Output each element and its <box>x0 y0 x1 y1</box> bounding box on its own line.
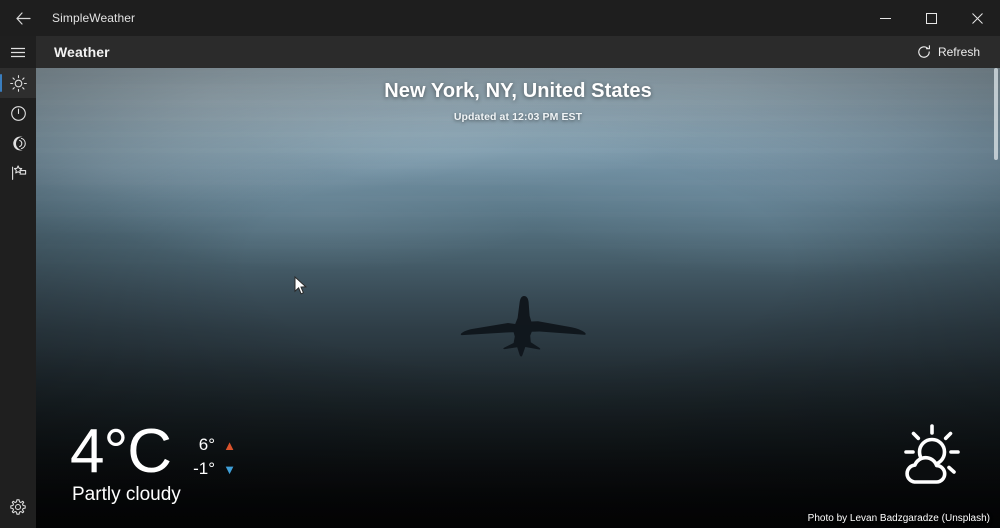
back-button[interactable] <box>0 0 46 36</box>
arrow-up-icon: ▲ <box>223 437 236 453</box>
simpleweather-window: SimpleWeather Weather Refresh New York, … <box>0 0 1000 528</box>
navigation-rail <box>0 36 36 528</box>
high-low-block: 6° ▲ -1° ▼ <box>187 435 236 479</box>
window-controls <box>862 0 1000 36</box>
sidebar-item-hourly[interactable] <box>0 98 36 128</box>
settings-button[interactable] <box>0 492 36 522</box>
clock-icon <box>10 105 27 122</box>
airplane-silhouette <box>460 292 590 368</box>
flag-star-icon <box>10 165 27 181</box>
page-title: Weather <box>54 44 110 60</box>
sidebar-item-alerts[interactable] <box>0 158 36 188</box>
condition-text: Partly cloudy <box>72 484 181 505</box>
minimize-button[interactable] <box>862 0 908 36</box>
radar-icon <box>10 135 27 152</box>
last-updated: Updated at 12:03 PM EST <box>453 111 583 123</box>
maximize-button[interactable] <box>908 0 954 36</box>
high-temperature: 6° <box>198 435 216 455</box>
sidebar-item-forecast[interactable] <box>0 68 36 98</box>
weather-hero: New York, NY, United States Updated at 1… <box>36 68 1000 528</box>
page-header: Weather Refresh <box>36 36 1000 68</box>
maximize-icon <box>925 12 937 24</box>
refresh-icon <box>917 45 931 59</box>
sidebar-item-radar[interactable] <box>0 128 36 158</box>
sun-icon <box>9 74 27 92</box>
temperature-block: 4°C 6° ▲ -1° ▼ <box>70 417 236 487</box>
back-arrow-icon <box>15 11 31 25</box>
low-temperature: -1° <box>193 459 216 479</box>
menu-button[interactable] <box>0 36 36 68</box>
high-row: 6° ▲ <box>187 435 236 455</box>
close-button[interactable] <box>954 0 1000 36</box>
arrow-down-icon: ▼ <box>223 461 236 477</box>
hamburger-icon <box>11 47 25 58</box>
location-block: New York, NY, United States Updated at 1… <box>36 80 1000 123</box>
minimize-icon <box>879 13 891 24</box>
scrollbar-thumb[interactable] <box>994 68 998 160</box>
sun-behind-cloud-icon <box>888 420 964 496</box>
refresh-button[interactable]: Refresh <box>911 41 986 63</box>
current-conditions: 4°C 6° ▲ -1° ▼ Partly cloudy <box>36 398 1000 528</box>
close-icon <box>971 12 983 24</box>
gear-icon <box>10 499 26 515</box>
title-bar: SimpleWeather <box>0 0 1000 36</box>
app-title: SimpleWeather <box>52 11 136 25</box>
location-name: New York, NY, United States <box>384 80 652 102</box>
current-temperature: 4°C <box>70 417 172 487</box>
refresh-label: Refresh <box>937 45 980 59</box>
photo-credit: Photo by Levan Badzgaradze (Unsplash) <box>807 513 990 524</box>
low-row: -1° ▼ <box>187 459 236 479</box>
vertical-scrollbar[interactable] <box>993 68 1000 528</box>
